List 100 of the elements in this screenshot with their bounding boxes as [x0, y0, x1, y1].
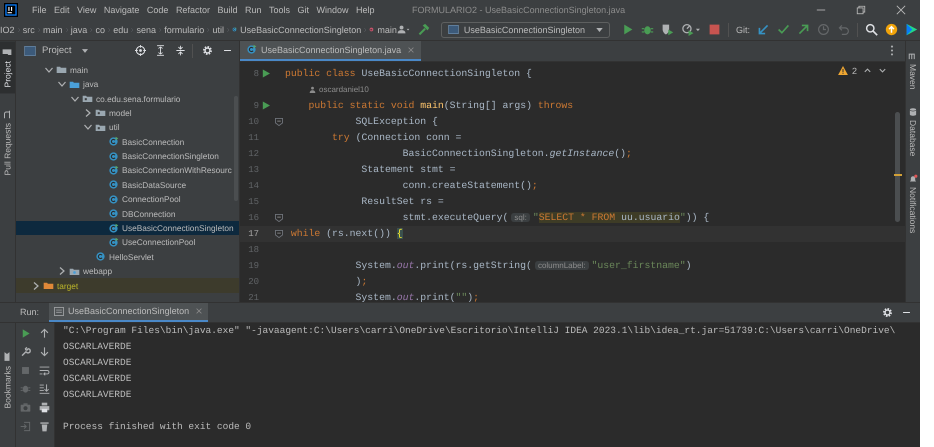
- tree-item[interactable]: BasicConnectionSingleton: [16, 148, 239, 164]
- console-line: Process finished with exit code 0: [63, 420, 252, 434]
- update-icon[interactable]: [885, 23, 898, 36]
- author-hint[interactable]: oscardaniel10: [319, 85, 369, 94]
- breadcrumb[interactable]: edu: [113, 24, 128, 35]
- more-icon[interactable]: [890, 45, 894, 56]
- tree-item[interactable]: BasicDataSource: [16, 178, 239, 192]
- tree-item[interactable]: webapp: [16, 264, 239, 278]
- tree-item[interactable]: java: [16, 76, 239, 92]
- settings-icon[interactable]: [882, 306, 893, 318]
- tree-item[interactable]: util: [16, 120, 239, 135]
- window-icon: [448, 25, 459, 34]
- tree-item[interactable]: DBConnection: [16, 206, 239, 221]
- breadcrumb[interactable]: sena: [136, 24, 156, 35]
- play-icon[interactable]: [20, 328, 31, 339]
- tree-item[interactable]: ConnectionPool: [16, 192, 239, 206]
- shield-play-icon[interactable]: [660, 23, 674, 36]
- fold-icon[interactable]: [275, 230, 283, 238]
- warning-count[interactable]: 2: [852, 66, 857, 76]
- tool-window-tab[interactable]: Maven: [906, 46, 920, 94]
- tool-window-tab[interactable]: Project: [0, 40, 15, 94]
- warning-marker[interactable]: [894, 174, 902, 176]
- tool-window-tab[interactable]: Pull Requests: [0, 103, 15, 182]
- menu-item[interactable]: File: [32, 4, 47, 15]
- menu-item[interactable]: Window: [316, 4, 349, 15]
- fold-icon[interactable]: [275, 214, 283, 222]
- menu-item[interactable]: Code: [146, 4, 168, 15]
- console-line: "C:\Program Files\bin\java.exe" "-javaagent:C:\Users\carri\OneDrive\Escritorio\IntelliJ IDEA 2023.1\lib\idea_rt.jar=51739:C:\Users\carri\OneDrive\: [63, 324, 896, 338]
- run-icon[interactable]: [262, 69, 270, 78]
- breadcrumb[interactable]: formulario: [164, 24, 204, 35]
- search-icon[interactable]: [865, 23, 878, 36]
- user-icon[interactable]: [396, 23, 410, 36]
- printer-icon[interactable]: [39, 402, 50, 413]
- menu-item[interactable]: View: [77, 4, 96, 15]
- branch-icon: [2, 109, 12, 120]
- hammer-icon[interactable]: [416, 23, 430, 36]
- breadcrumb[interactable]: IO2: [0, 24, 15, 35]
- tool-window-tab[interactable]: Bookmarks: [0, 348, 15, 413]
- menu-item[interactable]: Refactor: [176, 4, 210, 15]
- trash-icon[interactable]: [39, 420, 50, 432]
- close-icon[interactable]: [896, 4, 906, 15]
- tree-item[interactable]: target: [16, 278, 239, 293]
- breadcrumb[interactable]: main: [42, 24, 62, 35]
- panel-title[interactable]: Project: [42, 45, 72, 56]
- gauge-play-icon[interactable]: [680, 23, 701, 36]
- breadcrumb[interactable]: UseBasicConnectionSingleton: [240, 24, 362, 35]
- fold-icon[interactable]: [275, 118, 283, 126]
- tree-item[interactable]: UseBasicConnectionSingleton: [16, 220, 239, 236]
- menu-item[interactable]: Run: [244, 4, 262, 15]
- scrollbar-thumb[interactable]: [895, 112, 900, 222]
- settings-icon[interactable]: [202, 45, 213, 56]
- tree-item[interactable]: model: [16, 106, 239, 120]
- caret-icon[interactable]: [82, 48, 88, 53]
- play-logo-icon[interactable]: [905, 23, 918, 36]
- crosshair-icon[interactable]: [135, 45, 146, 56]
- tree-item[interactable]: main: [16, 62, 239, 77]
- run-configuration-dropdown[interactable]: UseBasicConnectionSingleton: [440, 22, 610, 38]
- up-arrow-icon[interactable]: [39, 328, 50, 339]
- tree-item[interactable]: UseConnectionPool: [16, 235, 239, 250]
- breadcrumb[interactable]: util: [212, 24, 224, 35]
- window-title: FORMULARIO2 - UseBasicConnectionSingleton.java: [412, 4, 626, 15]
- tool-window-tab[interactable]: Database: [906, 103, 920, 160]
- line-number: 20: [247, 276, 259, 287]
- git-label: Git:: [736, 24, 750, 35]
- class-icon: [246, 44, 257, 56]
- menu-item[interactable]: Help: [356, 4, 375, 15]
- breadcrumb[interactable]: java: [70, 24, 88, 35]
- tree-item[interactable]: co.edu.sena.formulario: [16, 91, 239, 106]
- scroll-to-end-icon[interactable]: [39, 383, 50, 394]
- tree-item[interactable]: BasicConnectionWithResourc: [16, 163, 239, 178]
- wrench-icon[interactable]: [20, 346, 31, 358]
- breadcrumb[interactable]: co: [95, 24, 105, 35]
- run-icon[interactable]: [262, 101, 270, 110]
- line-number: 15: [247, 196, 259, 207]
- run-tab[interactable]: UseBasicConnectionSingleton: [49, 302, 208, 322]
- menu-item[interactable]: Navigate: [104, 4, 140, 15]
- tool-window-tab[interactable]: Notifications: [906, 170, 920, 238]
- restore-icon[interactable]: [856, 4, 866, 15]
- down-arrow-icon[interactable]: [39, 346, 50, 358]
- editor-tab[interactable]: UseBasicConnectionSingleton.java: [240, 40, 422, 61]
- console-line: OSCARLAVERDE: [63, 372, 132, 386]
- breadcrumb[interactable]: main: [377, 24, 397, 35]
- menu-item[interactable]: Git: [298, 4, 310, 15]
- menu-item[interactable]: Build: [217, 4, 238, 15]
- code-line: SQLException {: [354, 116, 438, 128]
- expand-all-icon[interactable]: [155, 45, 166, 56]
- tree-item[interactable]: BasicConnection: [16, 134, 239, 149]
- soft-wrap-icon[interactable]: [39, 364, 50, 376]
- chevron-down-icon[interactable]: [878, 66, 887, 76]
- code-line: );: [354, 276, 368, 288]
- check-icon[interactable]: [777, 23, 790, 36]
- menu-item[interactable]: Tools: [268, 4, 290, 15]
- up-right-arrow-icon[interactable]: [797, 23, 810, 36]
- stop-icon[interactable]: [708, 23, 721, 36]
- tree-item[interactable]: HelloServlet: [16, 250, 239, 264]
- down-left-arrow-icon[interactable]: [757, 23, 770, 36]
- menu-item[interactable]: Edit: [54, 4, 70, 15]
- collapse-all-icon[interactable]: [175, 45, 186, 56]
- breadcrumb[interactable]: src: [22, 24, 35, 35]
- m-glyph-icon: [908, 50, 918, 61]
